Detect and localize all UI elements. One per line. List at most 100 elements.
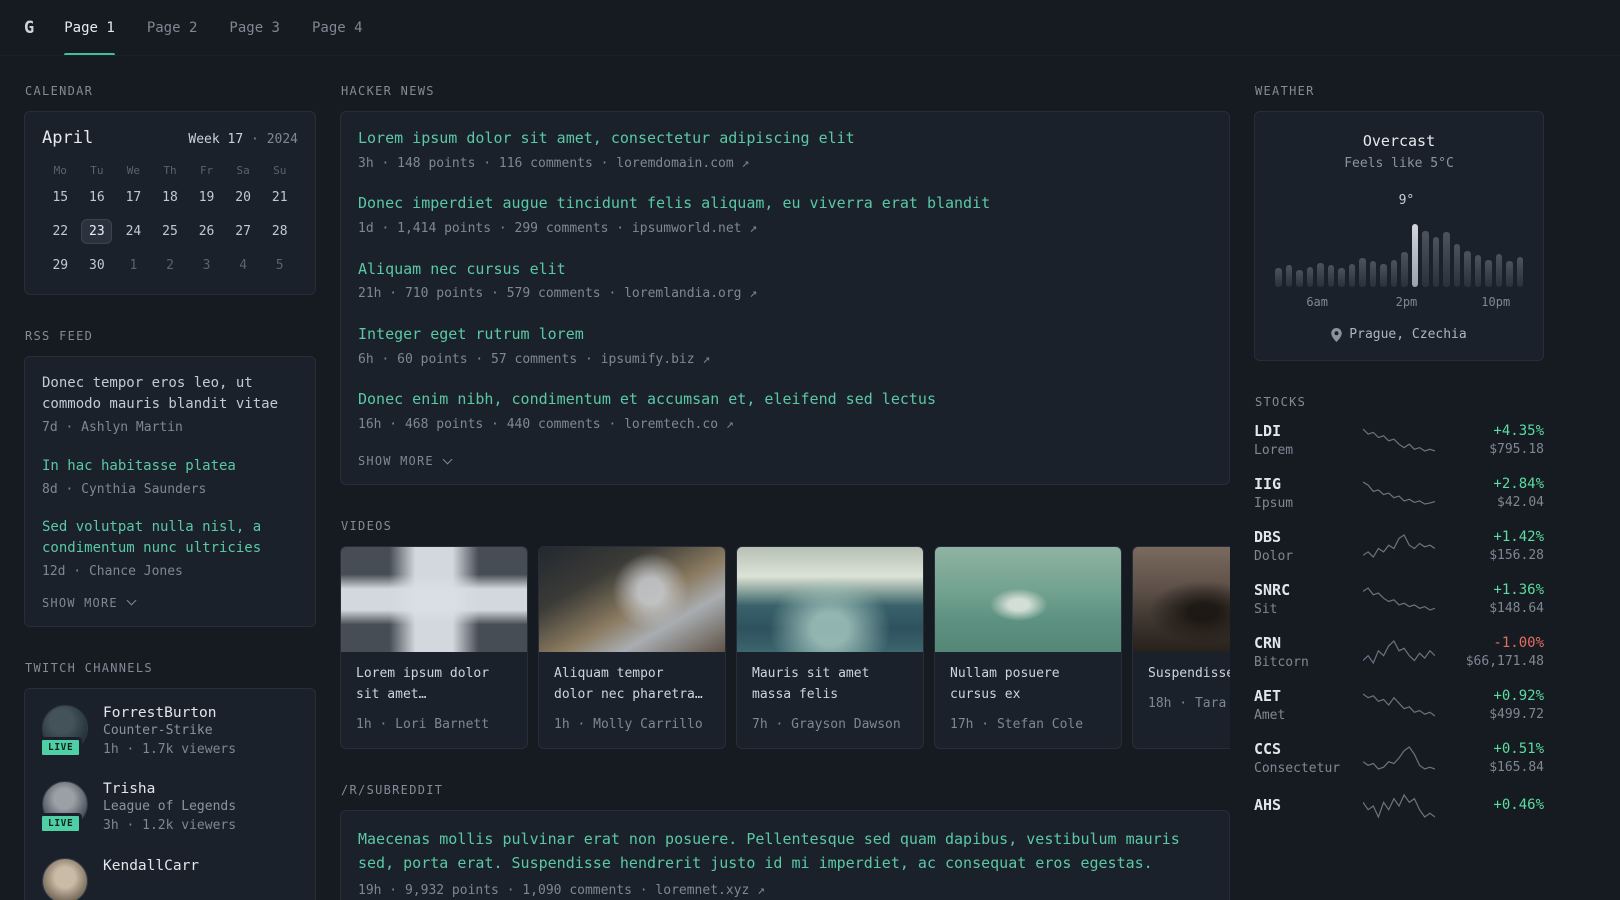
rss-item-meta: 7d · Ashlyn Martin xyxy=(42,420,183,435)
reddit-post[interactable]: Maecenas mollis pulvinar erat non posuer… xyxy=(358,827,1212,900)
channel-name: ForrestBurton xyxy=(103,704,217,721)
calendar-widget: CALENDAR April Week 17 · 2024 Mo Tu We T… xyxy=(24,84,316,295)
chevron-down-icon xyxy=(126,595,137,606)
hn-story-meta: 3h · 148 points · 116 comments · loremdo… xyxy=(358,155,750,171)
stock-sparkline xyxy=(1363,746,1435,770)
channel-info: Trisha League of Legends 3h · 1.2k viewe… xyxy=(103,781,236,836)
videos-row[interactable]: Lorem ipsum dolor sit amet consectetu… 1… xyxy=(340,546,1230,750)
show-more-label: SHOW MORE xyxy=(42,595,118,610)
stock-row[interactable]: SNRC Sit +1.36% $148.64 xyxy=(1254,581,1544,617)
rss-item-title: Sed volutpat nulla nisl, a condimentum n… xyxy=(42,519,262,556)
stock-row[interactable]: AHS +0.46% xyxy=(1254,793,1544,819)
hn-story-title: Integer eget rutrum lorem xyxy=(358,324,584,343)
video-card[interactable]: Nullam posuere cursus ex 17h · Stefan Co… xyxy=(934,546,1122,750)
stock-row[interactable]: AET Amet +0.92% $499.72 xyxy=(1254,687,1544,723)
rss-item[interactable]: Sed volutpat nulla nisl, a condimentum n… xyxy=(42,517,298,582)
time-label: 2pm xyxy=(1395,295,1418,309)
calendar-card: April Week 17 · 2024 Mo Tu We Th Fr Sa S… xyxy=(24,111,316,295)
tab-page-2[interactable]: Page 2 xyxy=(147,0,198,55)
weather-bar xyxy=(1275,268,1282,287)
stock-sparkline xyxy=(1363,428,1435,452)
twitch-channel[interactable]: LIVE Trisha League of Legends 3h · 1.2k … xyxy=(39,781,298,836)
stock-row[interactable]: CCS Consectetur +0.51% $165.84 xyxy=(1254,740,1544,776)
show-more-button[interactable]: SHOW MORE xyxy=(358,454,453,469)
hn-story[interactable]: Integer eget rutrum lorem 6h · 60 points… xyxy=(358,324,1212,369)
stock-symbol: AHS xyxy=(1254,795,1282,814)
stock-row[interactable]: CRN Bitcorn -1.00% $66,171.48 xyxy=(1254,634,1544,670)
calendar-day: 21 xyxy=(271,190,288,205)
hn-story[interactable]: Donec enim nibh, condimentum et accumsan… xyxy=(358,389,1212,434)
stock-row[interactable]: IIG Ipsum +2.84% $42.04 xyxy=(1254,475,1544,511)
rss-item[interactable]: Donec tempor eros leo, ut commodo mauris… xyxy=(42,373,298,438)
weather-feels-like: Feels like 5°C xyxy=(1344,156,1454,171)
rss-section-title: RSS FEED xyxy=(25,329,94,343)
live-badge: LIVE xyxy=(39,736,83,758)
avatar-wrap xyxy=(42,857,88,900)
weather-bar xyxy=(1306,266,1313,287)
dow-label: Sa xyxy=(236,164,250,177)
show-more-button[interactable]: SHOW MORE xyxy=(42,595,137,610)
weather-section-title: WEATHER xyxy=(1255,84,1315,98)
stock-name: Dolor xyxy=(1254,549,1294,564)
calendar-day-current: 23 xyxy=(81,219,113,244)
twitch-section-title: TWITCH CHANNELS xyxy=(25,660,153,675)
videos-widget: VIDEOS Lorem ipsum dolor sit amet consec… xyxy=(340,519,1230,750)
video-card[interactable]: Lorem ipsum dolor sit amet consectetu… 1… xyxy=(340,546,528,750)
weather-bar xyxy=(1495,253,1502,287)
calendar-day: 19 xyxy=(198,190,215,205)
stock-change: +4.35% xyxy=(1493,423,1544,439)
calendar-section-title: CALENDAR xyxy=(25,84,94,98)
video-meta: 17h · Stefan Cole xyxy=(950,716,1084,732)
rss-item-title: In hac habitasse platea xyxy=(42,457,236,474)
calendar-day: 29 xyxy=(52,258,69,273)
channel-meta: 3h · 1.2k viewers xyxy=(103,818,237,833)
video-card[interactable]: Aliquam tempor dolor nec pharetra… 1h · … xyxy=(538,546,726,750)
app-logo[interactable]: G xyxy=(24,18,34,38)
weather-bar xyxy=(1285,265,1292,287)
tab-page-1[interactable]: Page 1 xyxy=(64,0,115,55)
rss-item[interactable]: In hac habitasse platea 8d · Cynthia Sau… xyxy=(42,456,298,500)
weather-bar xyxy=(1359,258,1366,287)
twitch-channel[interactable]: LIVE ForrestBurton Counter-Strike 1h · 1… xyxy=(39,704,298,760)
stock-sparkline xyxy=(1363,481,1435,505)
rss-item-meta: 12d · Chance Jones xyxy=(42,564,183,579)
weather-bar xyxy=(1317,262,1324,287)
weather-current-temp: 9° xyxy=(1398,193,1415,208)
avatar xyxy=(42,857,88,900)
stock-row[interactable]: LDI Lorem +4.35% $795.18 xyxy=(1254,422,1544,458)
video-title: Suspendisse diam xyxy=(1148,666,1230,682)
subreddit-widget: /R/SUBREDDIT Maecenas mollis pulvinar er… xyxy=(340,783,1230,900)
avatar-wrap: LIVE xyxy=(39,781,88,834)
tab-page-3[interactable]: Page 3 xyxy=(229,0,280,55)
stock-row[interactable]: DBS Dolor +1.42% $156.28 xyxy=(1254,528,1544,564)
show-more-label: SHOW MORE xyxy=(358,454,434,469)
video-info: Mauris sit amet massa felis 7h · Grayson… xyxy=(737,652,923,748)
twitch-channel[interactable]: KendallCarr xyxy=(42,857,298,900)
hn-story[interactable]: Aliquam nec cursus elit 21h · 710 points… xyxy=(358,259,1212,304)
hackernews-widget: HACKER NEWS Lorem ipsum dolor sit amet, … xyxy=(340,84,1230,486)
video-card[interactable]: Suspendisse diam 18h · Tara xyxy=(1132,546,1230,750)
video-card[interactable]: Mauris sit amet massa felis 7h · Grayson… xyxy=(736,546,924,750)
stocks-section-title: STOCKS xyxy=(1255,395,1307,409)
calendar-day: 24 xyxy=(125,224,142,239)
subreddit-section-title: /R/SUBREDDIT xyxy=(341,783,444,798)
calendar-day: 2 xyxy=(166,258,174,273)
stock-sparkline xyxy=(1363,793,1435,819)
hn-story[interactable]: Lorem ipsum dolor sit amet, consectetur … xyxy=(358,128,1212,173)
weather-bar xyxy=(1369,261,1376,287)
dashboard: CALENDAR April Week 17 · 2024 Mo Tu We T… xyxy=(0,56,1620,900)
hn-story-title: Donec enim nibh, condimentum et accumsan… xyxy=(358,390,936,408)
weather-bar xyxy=(1348,263,1355,287)
channel-meta: 1h · 1.7k viewers xyxy=(103,741,237,757)
video-info: Suspendisse diam 18h · Tara xyxy=(1133,652,1230,727)
channel-info: ForrestBurton Counter-Strike 1h · 1.7k v… xyxy=(103,705,236,760)
video-meta: 1h · Molly Carrillo xyxy=(554,716,703,732)
calendar-week-label: Week 17 · 2024 xyxy=(188,132,298,147)
stock-symbol: DBS xyxy=(1254,528,1282,546)
tab-page-4[interactable]: Page 4 xyxy=(312,0,363,55)
rss-item-meta: 8d · Cynthia Saunders xyxy=(42,481,207,497)
hn-story[interactable]: Donec imperdiet augue tincidunt felis al… xyxy=(358,193,1212,238)
calendar-header: April Week 17 · 2024 xyxy=(42,128,298,148)
video-title: Aliquam tempor dolor nec pharetra… xyxy=(554,666,703,703)
live-badge: LIVE xyxy=(39,813,83,834)
